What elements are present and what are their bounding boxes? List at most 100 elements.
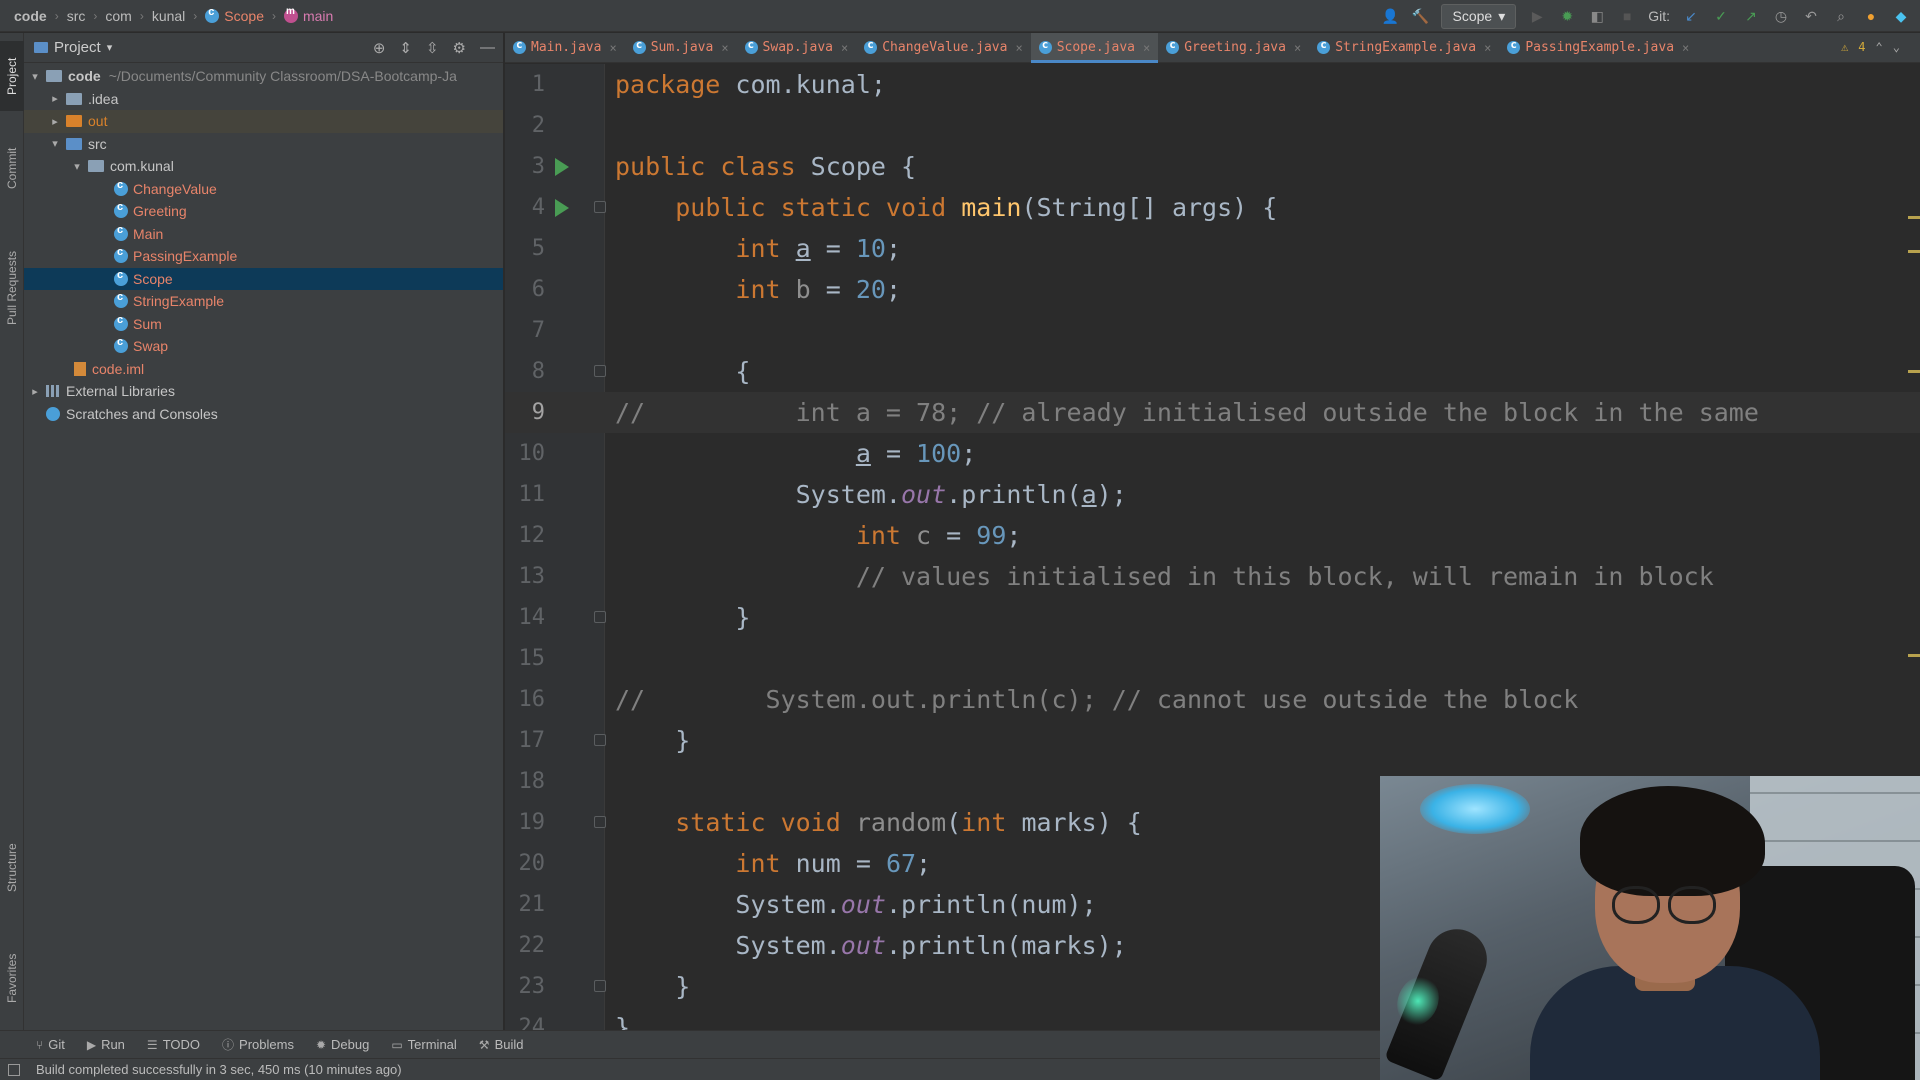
chevron-right-icon[interactable]: ▸: [28, 385, 42, 398]
tool-terminal[interactable]: ▭ Terminal: [391, 1037, 456, 1052]
close-icon[interactable]: ×: [1484, 41, 1491, 55]
code-text[interactable]: // System.out.println(c); // cannot use …: [615, 685, 1578, 714]
chevron-right-icon[interactable]: ▸: [48, 115, 62, 128]
tool-git[interactable]: ⑂ Git: [36, 1037, 65, 1052]
fold-icon[interactable]: [594, 980, 606, 992]
tree-item-swap[interactable]: Swap: [24, 335, 503, 358]
tab-main-java[interactable]: Main.java ×: [505, 33, 625, 63]
git-push-icon[interactable]: ↗: [1742, 7, 1760, 25]
layout-toggle-icon[interactable]: [8, 1064, 20, 1076]
tree-item-src[interactable]: ▾ src: [24, 133, 503, 156]
fold-icon[interactable]: [594, 365, 606, 377]
code-text[interactable]: System.out.println(marks);: [615, 931, 1126, 960]
tool-tab-favorites[interactable]: Favorites: [0, 933, 24, 1023]
tree-item-changevalue[interactable]: ChangeValue: [24, 178, 503, 201]
code-line[interactable]: 8 {: [505, 351, 1920, 392]
code-line[interactable]: 5 int a = 10;: [505, 228, 1920, 269]
breadcrumb-src[interactable]: src: [61, 8, 92, 24]
close-icon[interactable]: ×: [721, 41, 728, 55]
code-text[interactable]: System.out.println(num);: [615, 890, 1096, 919]
tool-build[interactable]: ⚒ Build: [479, 1037, 524, 1052]
project-panel-title[interactable]: Project: [54, 39, 101, 56]
code-text[interactable]: }: [615, 726, 690, 755]
tree-item-idea[interactable]: ▸ .idea: [24, 88, 503, 111]
code-text[interactable]: public static void main(String[] args) {: [615, 193, 1277, 222]
user-icon[interactable]: 👤: [1381, 7, 1399, 25]
code-text[interactable]: int c = 99;: [615, 521, 1022, 550]
code-line[interactable]: 6 int b = 20;: [505, 269, 1920, 310]
tool-tab-pull-requests[interactable]: Pull Requests: [0, 228, 24, 348]
git-commit-icon[interactable]: ✓: [1712, 7, 1730, 25]
tool-tab-commit[interactable]: Commit: [0, 133, 24, 203]
warning-marker[interactable]: [1908, 216, 1920, 219]
tree-item-code[interactable]: ▾ code ~/Documents/Community Classroom/D…: [24, 65, 503, 88]
run-icon[interactable]: [555, 158, 569, 176]
coverage-icon[interactable]: ◧: [1588, 7, 1606, 25]
code-text[interactable]: System.out.println(a);: [615, 480, 1127, 509]
code-text[interactable]: a = 100;: [615, 439, 976, 468]
fold-icon[interactable]: [594, 201, 606, 213]
chevron-up-icon[interactable]: ⌃: [1876, 40, 1883, 54]
code-line[interactable]: 13 // values initialised in this block, …: [505, 556, 1920, 597]
warning-marker[interactable]: [1908, 370, 1920, 373]
code-text[interactable]: package com.kunal;: [615, 70, 886, 99]
code-line-current[interactable]: 9 // int a = 78; // already initialised o…: [505, 392, 1920, 433]
code-text[interactable]: }: [615, 972, 690, 1001]
tree-item-main[interactable]: Main: [24, 223, 503, 246]
code-text[interactable]: int b = 20;: [615, 275, 901, 304]
breadcrumb-scope[interactable]: Scope: [199, 6, 270, 24]
expand-all-icon[interactable]: ⇕: [399, 39, 412, 57]
tool-debug[interactable]: ✹ Debug: [316, 1037, 369, 1052]
tree-item-passingexample[interactable]: PassingExample: [24, 245, 503, 268]
chevron-down-icon[interactable]: ▾: [107, 41, 113, 54]
chevron-down-icon[interactable]: ▾: [48, 137, 62, 150]
code-text[interactable]: }: [615, 603, 750, 632]
breadcrumb-code[interactable]: code: [0, 8, 53, 24]
code-text[interactable]: // values initialised in this block, wil…: [615, 562, 1714, 591]
search-icon[interactable]: ⌕: [1832, 7, 1850, 25]
tool-tab-structure[interactable]: Structure: [0, 823, 24, 913]
git-update-icon[interactable]: ↙: [1682, 7, 1700, 25]
close-icon[interactable]: ×: [841, 41, 848, 55]
tree-item-greeting[interactable]: Greeting: [24, 200, 503, 223]
code-text[interactable]: public class Scope {: [615, 152, 916, 181]
code-text[interactable]: // int a = 78; // already initialised ou…: [615, 398, 1759, 427]
code-line[interactable]: 7: [505, 310, 1920, 351]
history-icon[interactable]: ◷: [1772, 7, 1790, 25]
close-icon[interactable]: ×: [1682, 41, 1689, 55]
chevron-down-icon[interactable]: ⌄: [1893, 40, 1900, 54]
tool-problems[interactable]: ⓘ Problems: [222, 1036, 294, 1053]
tab-sum-java[interactable]: Sum.java ×: [625, 33, 737, 63]
tab-scope-java[interactable]: Scope.java ×: [1030, 32, 1159, 63]
code-line[interactable]: 3 public class Scope {: [505, 146, 1920, 187]
tool-run[interactable]: ▶ Run: [87, 1037, 125, 1052]
tool-tab-project[interactable]: Project: [0, 41, 24, 111]
close-icon[interactable]: ×: [1143, 41, 1150, 55]
debug-icon[interactable]: ✹: [1558, 7, 1576, 25]
locate-icon[interactable]: ⊕: [373, 39, 386, 57]
tool-todo[interactable]: ☰ TODO: [147, 1037, 200, 1052]
fold-icon[interactable]: [594, 611, 606, 623]
tab-changevalue-java[interactable]: ChangeValue.java ×: [856, 33, 1030, 63]
chevron-right-icon[interactable]: ▸: [48, 92, 62, 105]
tree-item-scope[interactable]: Scope: [24, 267, 503, 290]
code-line[interactable]: 4 public static void main(String[] args)…: [505, 187, 1920, 228]
breadcrumb-main[interactable]: main: [278, 6, 339, 24]
chevron-down-icon[interactable]: ▾: [28, 70, 42, 83]
code-text[interactable]: }: [615, 1013, 630, 1030]
fold-icon[interactable]: [594, 816, 606, 828]
close-icon[interactable]: ×: [609, 41, 616, 55]
tree-item-sum[interactable]: Sum: [24, 313, 503, 336]
warning-marker[interactable]: [1908, 654, 1920, 657]
inspection-widget[interactable]: ⚠ 4 ⌃ ⌄: [1841, 40, 1900, 54]
ide-logo-icon[interactable]: ◆: [1892, 7, 1910, 25]
code-line[interactable]: 10 a = 100;: [505, 433, 1920, 474]
code-line[interactable]: 1 package com.kunal;: [505, 64, 1920, 105]
breadcrumb-com[interactable]: com: [99, 8, 137, 24]
run-icon[interactable]: ▶: [1528, 7, 1546, 25]
tree-item-external-libraries[interactable]: ▸ External Libraries: [24, 380, 503, 403]
code-line[interactable]: 14 }: [505, 597, 1920, 638]
tab-passingexample-java[interactable]: PassingExample.java ×: [1499, 33, 1697, 63]
breadcrumb-kunal[interactable]: kunal: [146, 8, 191, 24]
tab-swap-java[interactable]: Swap.java ×: [737, 33, 857, 63]
